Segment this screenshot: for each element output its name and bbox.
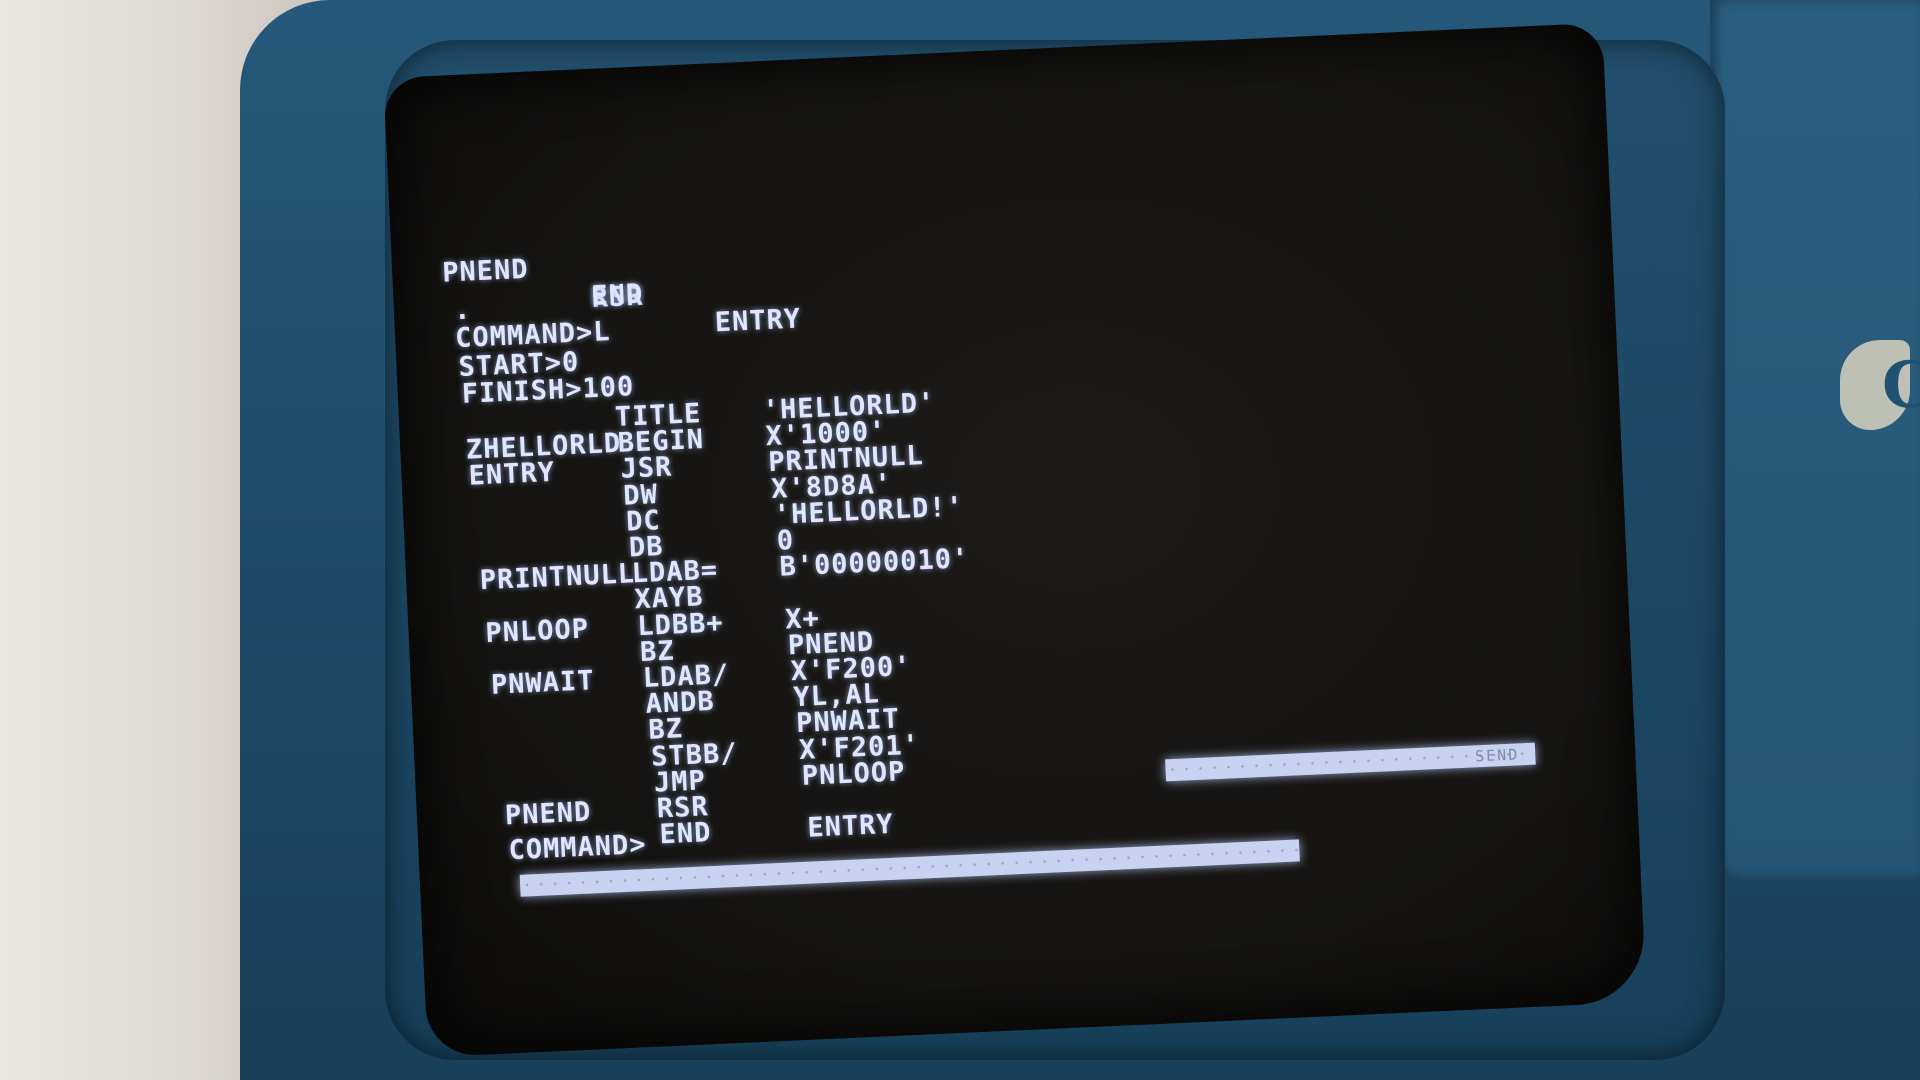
label-cell: PNLOOP (484, 613, 590, 649)
listing-row: PNEND RSR (504, 791, 709, 832)
listing-row: PRINTNULL LDAB= B'00000010' (479, 543, 970, 598)
listing-row: DB 0 (476, 525, 795, 571)
opcode-cell: END (590, 278, 644, 312)
crt-screen: PNEND RSR END ENTRY . COMMAND>L START>0 … (383, 22, 1647, 1058)
header-row: END ENTRY (442, 251, 802, 339)
label-cell: ENTRY (468, 457, 556, 493)
label-cell: PNWAIT (490, 665, 596, 701)
session-line: FINISH>100 (461, 371, 635, 410)
operand-cell: ENTRY (806, 809, 895, 844)
logo-letter: C (1882, 348, 1920, 423)
listing-row: ZHELLORLD BEGIN X'1000' (465, 416, 887, 467)
listing-row: BZ PNWAIT (496, 704, 901, 754)
listing-row: DC 'HELLORLD!' (474, 491, 964, 545)
operand-cell: ENTRY (714, 303, 802, 339)
listing-row: PNWAIT LDAB/X'F200' (490, 651, 912, 702)
send-bar[interactable]: SEND (1165, 742, 1536, 782)
terminal-output: PNEND RSR END ENTRY . COMMAND>L START>0 … (440, 176, 1573, 985)
listing-row: STBB/X'F201' (499, 729, 921, 780)
listing-row: PNLOOP LDBB+ X+ (485, 603, 821, 650)
label-cell: PRINTNULL (479, 558, 636, 597)
send-label[interactable]: SEND (1475, 743, 1520, 767)
opcode-cell: END (658, 817, 713, 851)
listing-row: ENTRY JSR PRINTNULL (468, 440, 924, 493)
label-cell: PNEND (504, 796, 592, 832)
assembly-listing: TITLE 'HELLORLD' ZHELLORLD BEGIN X'1000' ENTR… (440, 176, 1539, 850)
listing-row: TITLE 'HELLORLD' (462, 387, 936, 441)
operand-cell: PNLOOP (801, 756, 907, 792)
operand-cell: B'00000010' (778, 543, 970, 583)
brand-logo: C (1840, 300, 1920, 460)
command-prompt[interactable]: COMMAND> (508, 829, 647, 867)
listing-row: JMP PNLOOP (501, 756, 906, 806)
